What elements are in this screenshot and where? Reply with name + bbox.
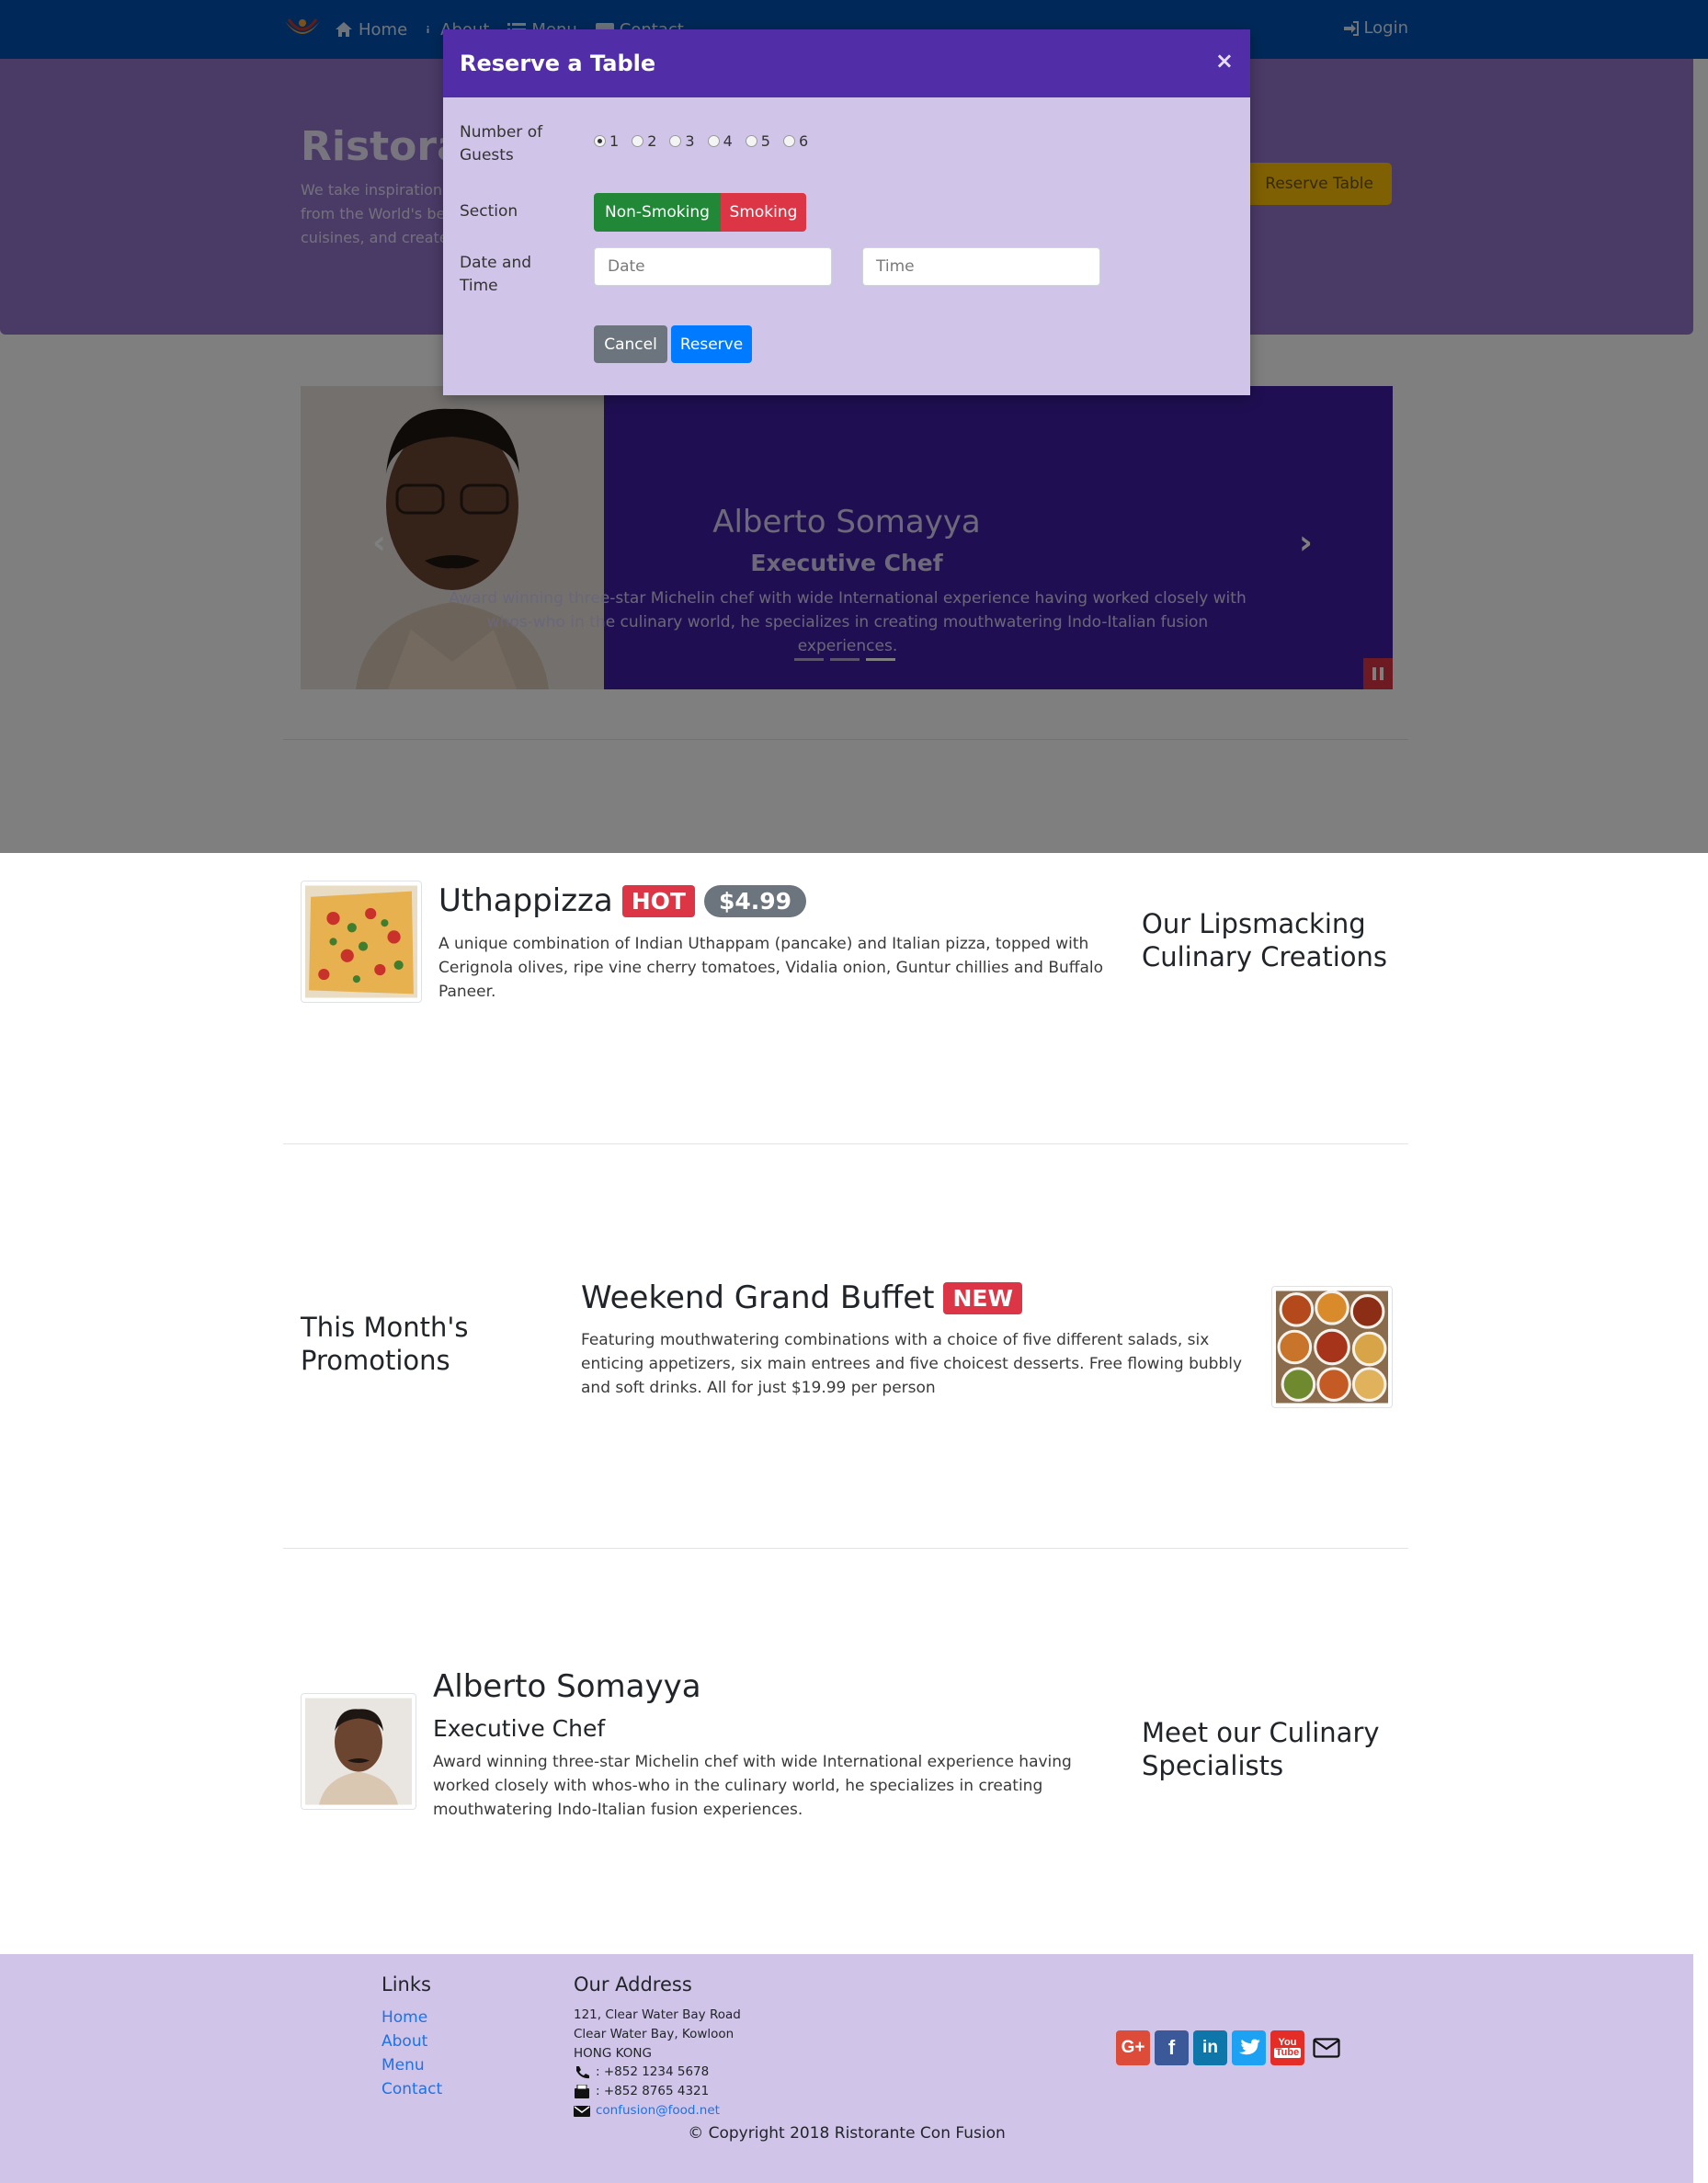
dish-section-heading: Our Lipsmacking Culinary Creations xyxy=(1142,908,1388,972)
price-badge: $4.99 xyxy=(703,884,807,917)
promotion-title: Weekend Grand Buffet xyxy=(581,1279,935,1316)
guests-option-label: 2 xyxy=(647,132,657,150)
address-line-3: HONG KONG xyxy=(574,2046,652,2061)
footer-link-about[interactable]: About xyxy=(381,2032,427,2051)
leader-name: Alberto Somayya xyxy=(433,1668,701,1705)
divider xyxy=(283,1548,1408,1549)
youtube-icon[interactable]: You Tube xyxy=(1270,2030,1304,2065)
guests-radio-4[interactable]: 4 xyxy=(707,132,733,150)
radio-icon xyxy=(745,135,757,147)
footer-link-menu[interactable]: Menu xyxy=(381,2056,425,2075)
radio-icon xyxy=(632,135,644,147)
phone-row: : +852 1234 5678 xyxy=(574,2064,709,2079)
footer-link-home[interactable]: Home xyxy=(381,2008,427,2027)
promotion-heading: Weekend Grand Buffet NEW xyxy=(581,1279,1023,1316)
guests-radio-1[interactable]: 1 xyxy=(594,132,619,150)
linkedin-icon[interactable]: in xyxy=(1193,2030,1227,2065)
date-input[interactable]: Date xyxy=(594,247,832,286)
footer xyxy=(0,1954,1693,2183)
address-line-2: Clear Water Bay, Kowloon xyxy=(574,2027,734,2041)
google-plus-icon[interactable]: G+ xyxy=(1116,2030,1150,2065)
hot-badge: HOT xyxy=(621,884,695,917)
smoking-button[interactable]: Smoking xyxy=(721,193,806,232)
twitter-icon[interactable] xyxy=(1232,2030,1266,2065)
buffet-dishes-image xyxy=(1276,1290,1388,1404)
radio-icon xyxy=(782,135,795,147)
footer-address-heading: Our Address xyxy=(574,1973,692,1995)
dish-image xyxy=(301,881,422,1003)
cancel-button[interactable]: Cancel xyxy=(594,325,667,363)
guests-radio-6[interactable]: 6 xyxy=(782,132,809,150)
email-row: confusion@food.net xyxy=(574,2103,720,2118)
close-button[interactable]: × xyxy=(1215,48,1234,74)
modal-header: Reserve a Table xyxy=(443,29,1250,97)
footer-links-heading: Links xyxy=(381,1973,431,1995)
guests-radio-2[interactable]: 2 xyxy=(632,132,656,150)
email-link[interactable]: confusion@food.net xyxy=(596,2103,720,2118)
guests-option-label: 1 xyxy=(609,132,620,150)
guests-radio-5[interactable]: 5 xyxy=(745,132,770,150)
reserve-modal: Reserve a Table × Number of Guests 1 2 3… xyxy=(443,29,1250,395)
section-label: Section xyxy=(460,202,518,221)
chef-portrait-image xyxy=(305,1698,412,1805)
guests-option-label: 5 xyxy=(760,132,770,150)
copyright: © Copyright 2018 Ristorante Con Fusion xyxy=(688,2124,1006,2143)
phone-number: : +852 1234 5678 xyxy=(596,2064,710,2079)
social-links: G+ f in You Tube xyxy=(1116,2030,1348,2065)
divider xyxy=(283,1143,1408,1144)
dish-title: Uthappizza xyxy=(438,882,613,919)
fax-number: : +852 8765 4321 xyxy=(596,2084,710,2098)
promotion-section-heading: This Month's Promotions xyxy=(301,1312,469,1376)
leader-description: Award winning three-star Michelin chef w… xyxy=(433,1753,1072,1819)
dish-heading: Uthappizza HOT $4.99 xyxy=(438,882,807,919)
fax-icon xyxy=(575,2084,589,2098)
pizza-image xyxy=(305,885,417,998)
radio-icon xyxy=(707,135,720,147)
guests-radio-3[interactable]: 3 xyxy=(669,132,695,150)
radio-icon xyxy=(594,135,606,147)
facebook-icon[interactable]: f xyxy=(1155,2030,1189,2065)
envelope-icon xyxy=(574,2105,590,2117)
buffet-image xyxy=(1271,1286,1393,1408)
modal-title: Reserve a Table xyxy=(460,51,656,76)
promotion-description: Featuring mouthwatering combinations wit… xyxy=(581,1331,1243,1397)
datetime-label: Date and Time xyxy=(460,254,532,295)
radio-icon xyxy=(669,135,682,147)
address-line-1: 121, Clear Water Bay Road xyxy=(574,2007,741,2022)
fax-row: : +852 8765 4321 xyxy=(574,2084,709,2098)
leader-image xyxy=(301,1693,416,1810)
guests-option-label: 4 xyxy=(723,132,733,150)
guests-radio-group: 1 2 3 4 5 6 xyxy=(594,132,821,150)
footer-link-contact[interactable]: Contact xyxy=(381,2080,442,2098)
guests-option-label: 3 xyxy=(685,132,695,150)
non-smoking-button[interactable]: Non-Smoking xyxy=(594,193,721,232)
envelope-icon[interactable] xyxy=(1309,2030,1343,2065)
leader-designation: Executive Chef xyxy=(433,1715,606,1742)
section-toggle: Non-Smoking Smoking xyxy=(594,193,806,232)
reserve-button[interactable]: Reserve xyxy=(671,325,752,363)
guests-option-label: 6 xyxy=(798,132,809,150)
phone-icon xyxy=(576,2065,589,2078)
leader-section-heading: Meet our Culinary Specialists xyxy=(1142,1717,1380,1781)
new-badge: NEW xyxy=(943,1281,1023,1314)
time-input[interactable]: Time xyxy=(862,247,1100,286)
guests-label: Number of Guests xyxy=(460,123,543,165)
dish-description: A unique combination of Indian Uthappam … xyxy=(438,935,1104,1001)
